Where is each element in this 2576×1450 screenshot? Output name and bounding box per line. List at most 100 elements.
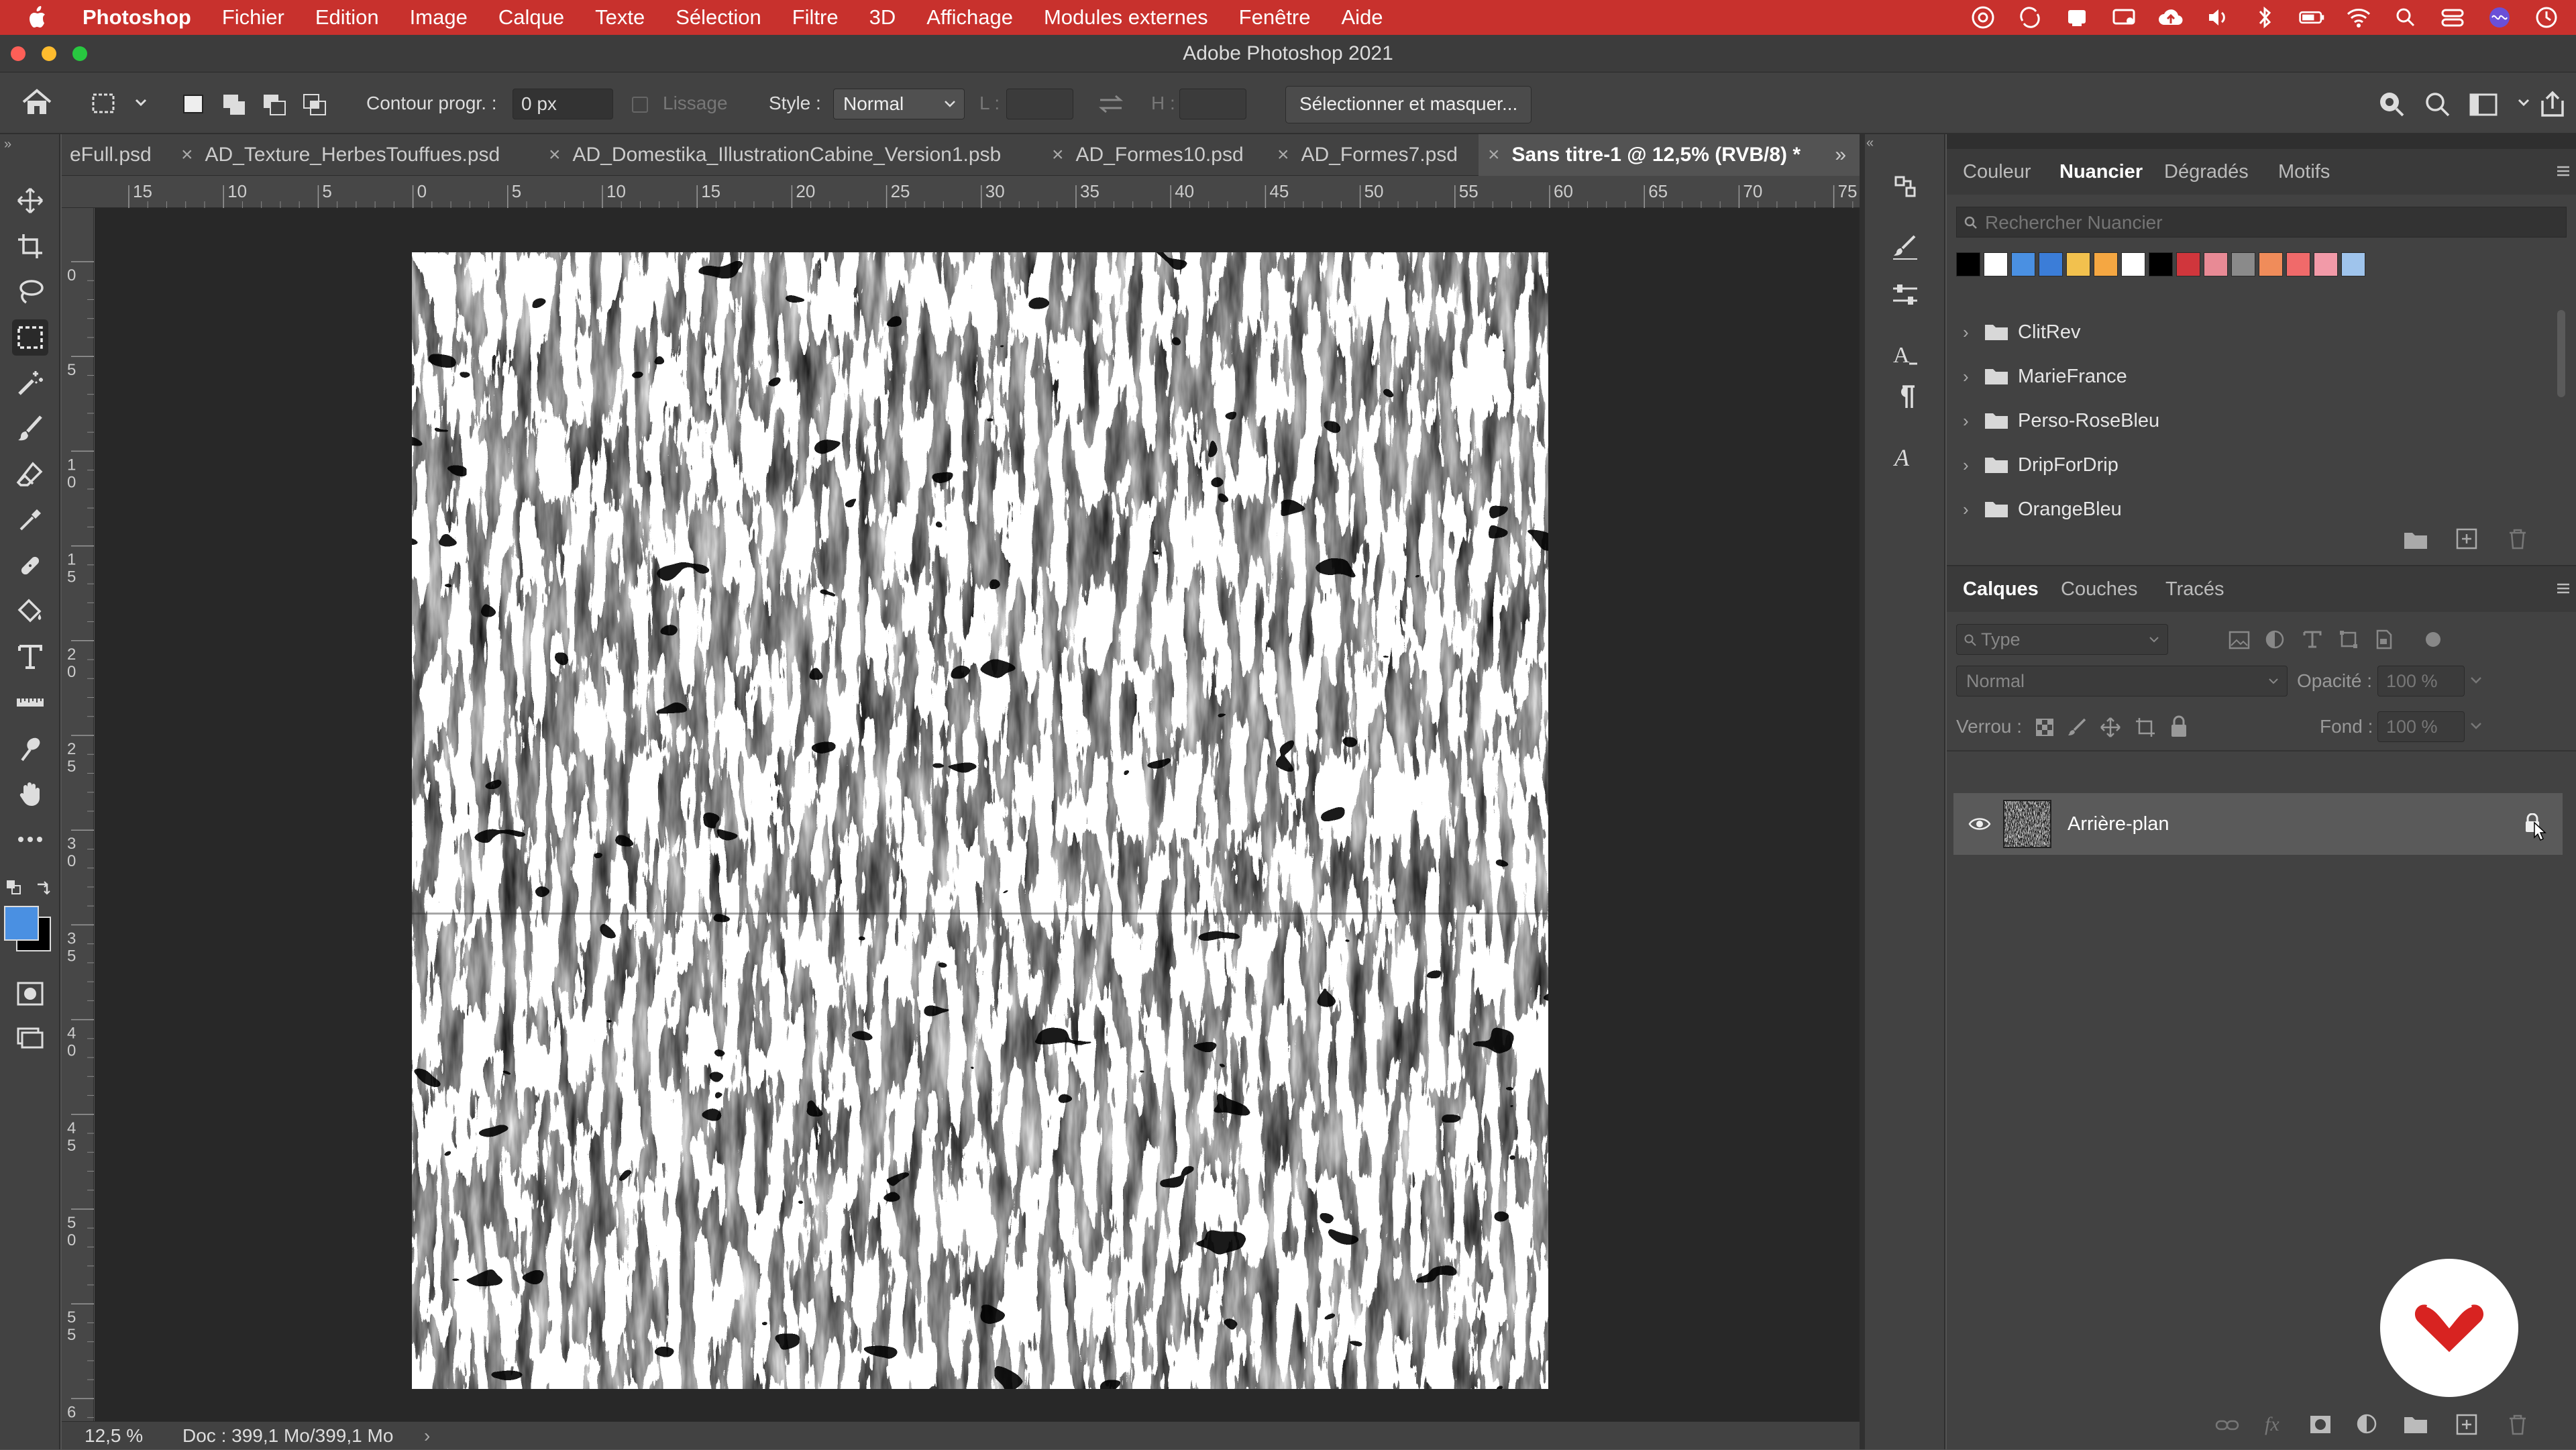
height-input[interactable] xyxy=(1179,89,1246,119)
new-layer-icon[interactable] xyxy=(2455,1413,2478,1436)
chevron-right-icon[interactable]: › xyxy=(1963,354,1969,399)
chevron-right-icon[interactable]: › xyxy=(1963,487,1969,531)
brush-settings-icon[interactable] xyxy=(1886,228,1924,266)
eraser-tool-icon[interactable] xyxy=(12,456,48,493)
menu-texte[interactable]: Texte xyxy=(580,5,660,30)
layer-thumbnail[interactable] xyxy=(2003,800,2051,848)
menu-affichage[interactable]: Affichage xyxy=(911,5,1028,30)
tab-degrades[interactable]: Dégradés xyxy=(2164,149,2249,195)
paint-bucket-tool-icon[interactable] xyxy=(12,593,48,629)
menu-image[interactable]: Image xyxy=(394,5,483,30)
creative-cloud-icon[interactable] xyxy=(1970,4,1996,31)
foreground-color-swatch[interactable] xyxy=(4,906,39,941)
menu-filtre[interactable]: Filtre xyxy=(777,5,854,30)
chevron-down-icon[interactable] xyxy=(2517,98,2530,107)
notification-icon[interactable] xyxy=(2063,4,2090,31)
tab-traces[interactable]: Tracés xyxy=(2165,566,2224,612)
subtract-from-selection-icon[interactable] xyxy=(262,93,288,117)
volume-icon[interactable] xyxy=(2204,4,2231,31)
filter-smart-object-icon[interactable] xyxy=(2373,629,2394,650)
color-swatch[interactable] xyxy=(2039,252,2063,276)
healing-brush-tool-icon[interactable] xyxy=(12,548,48,584)
tab-domestika-illustration[interactable]: × AD_Domestika_IllustrationCabine_Version… xyxy=(549,134,1108,176)
link-layers-icon[interactable] xyxy=(2215,1417,2239,1433)
home-icon[interactable] xyxy=(20,87,54,118)
add-mask-icon[interactable] xyxy=(2309,1414,2332,1435)
color-swatch[interactable] xyxy=(2204,252,2228,276)
adjustments-sliders-icon[interactable] xyxy=(1886,276,1924,314)
color-swatch[interactable] xyxy=(2259,252,2283,276)
filter-pixel-icon[interactable] xyxy=(2229,631,2250,650)
crop-tool-icon[interactable] xyxy=(12,228,48,264)
rectangular-marquee-tool-icon[interactable] xyxy=(12,319,48,356)
new-folder-icon[interactable] xyxy=(2403,530,2428,550)
cloud-upload-icon[interactable] xyxy=(2157,4,2184,31)
control-center-icon[interactable] xyxy=(2439,4,2466,31)
swatches-search-input[interactable] xyxy=(1984,207,2563,238)
intersect-selection-icon[interactable] xyxy=(302,93,329,117)
filter-type-icon[interactable] xyxy=(2302,629,2322,650)
type-tool-icon[interactable] xyxy=(12,639,48,675)
vertical-ruler[interactable]: 051015202530354045505560 xyxy=(62,208,94,1421)
more-tools-icon[interactable] xyxy=(12,821,48,858)
share-icon[interactable] xyxy=(2537,89,2568,119)
workspace-icon[interactable] xyxy=(2469,91,2502,118)
character-panel-icon[interactable]: A xyxy=(1886,335,1924,373)
apple-icon[interactable] xyxy=(0,6,67,29)
brush-tool-icon[interactable] xyxy=(12,411,48,447)
add-to-selection-icon[interactable] xyxy=(221,93,248,117)
display-icon[interactable] xyxy=(2110,4,2137,31)
tab-calques[interactable]: Calques xyxy=(1963,566,2039,612)
chevron-down-icon[interactable] xyxy=(2470,676,2482,686)
chevron-right-icon[interactable]: › xyxy=(1963,443,1969,487)
clock-icon[interactable] xyxy=(2533,4,2560,31)
opacity-input[interactable]: 100 % xyxy=(2377,666,2465,696)
color-swatch[interactable] xyxy=(2011,252,2035,276)
lock-artboard-icon[interactable] xyxy=(2135,717,2156,738)
new-selection-icon[interactable] xyxy=(181,93,207,115)
bluetooth-icon[interactable] xyxy=(2251,4,2278,31)
swatch-group-orangebleu[interactable]: › OrangeBleu xyxy=(1947,487,2551,531)
close-tab-icon[interactable]: × xyxy=(1488,144,1500,166)
trash-icon[interactable] xyxy=(2508,527,2528,550)
panel-divider[interactable] xyxy=(1860,134,1865,1449)
fill-input[interactable]: 100 % xyxy=(2377,711,2465,742)
battery-icon[interactable] xyxy=(2298,4,2325,31)
horizontal-ruler[interactable]: 15 10 5 0 5 10 15 20 25 30 35 40 45 50 55 60 65 70 75 xyxy=(62,176,1860,208)
quick-mask-icon[interactable] xyxy=(12,976,48,1012)
tab-couches[interactable]: Couches xyxy=(2061,566,2137,612)
move-tool-icon[interactable] xyxy=(12,183,48,219)
screen-mode-icon[interactable] xyxy=(12,1020,48,1056)
eye-icon[interactable] xyxy=(1968,816,1991,832)
magic-wand-tool-icon[interactable] xyxy=(12,365,48,401)
close-tab-icon[interactable]: × xyxy=(181,144,193,166)
color-swatch[interactable] xyxy=(2231,252,2255,276)
feather-input[interactable] xyxy=(513,89,613,119)
menu-calque[interactable]: Calque xyxy=(483,5,580,30)
layer-name[interactable]: Arrière-plan xyxy=(2068,793,2169,855)
color-swatch[interactable] xyxy=(2286,252,2310,276)
color-swatch[interactable] xyxy=(2176,252,2200,276)
menu-3d[interactable]: 3D xyxy=(854,5,912,30)
select-and-mask-button[interactable]: Sélectionner et masquer... xyxy=(1285,86,1532,123)
panel-menu-icon[interactable] xyxy=(2555,162,2572,180)
color-swatch[interactable] xyxy=(2341,252,2365,276)
chevron-down-icon[interactable] xyxy=(2470,722,2482,731)
layer-effects-icon[interactable]: fx xyxy=(2265,1413,2279,1436)
lock-all-icon[interactable] xyxy=(2169,715,2188,738)
history-icon[interactable] xyxy=(1886,168,1924,205)
new-group-icon[interactable] xyxy=(2403,1414,2428,1435)
ruler-tool-icon[interactable] xyxy=(12,684,48,721)
lock-pixels-icon[interactable] xyxy=(2068,718,2086,737)
tab-couleur[interactable]: Couleur xyxy=(1963,149,2031,195)
tab-motifs[interactable]: Motifs xyxy=(2278,149,2330,195)
chevron-right-icon[interactable]: › xyxy=(1963,310,1969,354)
status-expand-icon[interactable]: › xyxy=(424,1422,430,1450)
swap-dimensions-icon[interactable] xyxy=(1096,93,1126,115)
filter-toggle-icon[interactable] xyxy=(2426,632,2440,647)
wifi-icon[interactable] xyxy=(2345,4,2372,31)
color-swatch[interactable] xyxy=(1956,252,1980,276)
smudge-tool-icon[interactable] xyxy=(12,730,48,766)
color-swatch[interactable] xyxy=(2149,252,2173,276)
chevron-right-icon[interactable]: › xyxy=(1963,399,1969,443)
